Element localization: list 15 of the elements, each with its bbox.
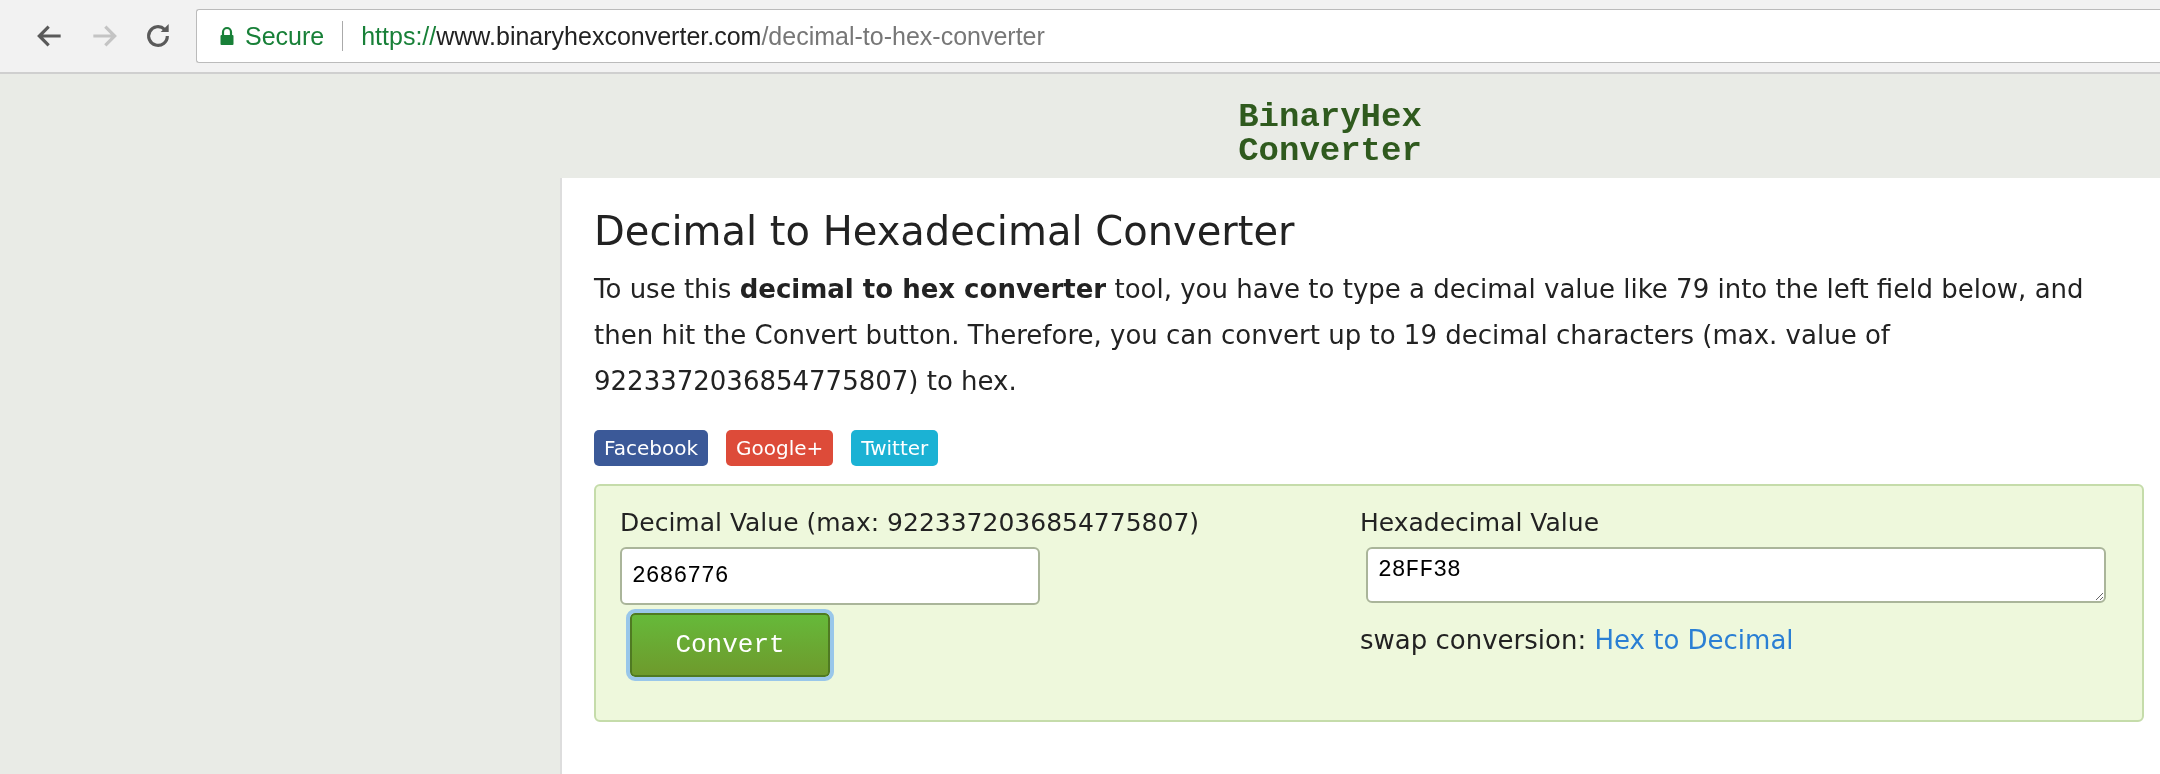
field-label: Hexadecimal Value bbox=[1360, 508, 1600, 537]
decimal-input-field[interactable]: 2686776 bbox=[620, 547, 1040, 605]
share-button[interactable]: Google+ bbox=[726, 430, 834, 466]
share-button[interactable]: Facebook bbox=[594, 430, 708, 466]
intro-paragraph: To use this decimal to hex converter tool, you have to type a decimal value like 79 into the left field below, and then hit the Convert button. Therefore, you can convert up to 19 decimal characters (max. value of 9223372036854775807) to hex. bbox=[594, 273, 2085, 398]
field-label: Decimal Value (max: 9223372036854775807) bbox=[620, 508, 1201, 537]
lock-icon bbox=[219, 26, 235, 46]
address-bar[interactable]: Secure https://www.binaryhexconverter.com/decimal-to-hex-converter bbox=[196, 9, 2160, 63]
page-heading: Decimal to Hexadecimal Converter bbox=[594, 208, 1296, 254]
url-text[interactable]: https://www.binaryhexconverter.com/decimal-to-hex-converter bbox=[361, 21, 1045, 51]
hex-output-field[interactable]: 28FF38 bbox=[1366, 547, 2106, 603]
site-logo[interactable]: BinaryHex Converter bbox=[1238, 92, 1422, 178]
secure-label: Secure bbox=[245, 21, 325, 51]
swap-link[interactable]: Hex to Decimal bbox=[1594, 625, 1794, 655]
swap-label: swap conversion: bbox=[1360, 625, 1587, 655]
